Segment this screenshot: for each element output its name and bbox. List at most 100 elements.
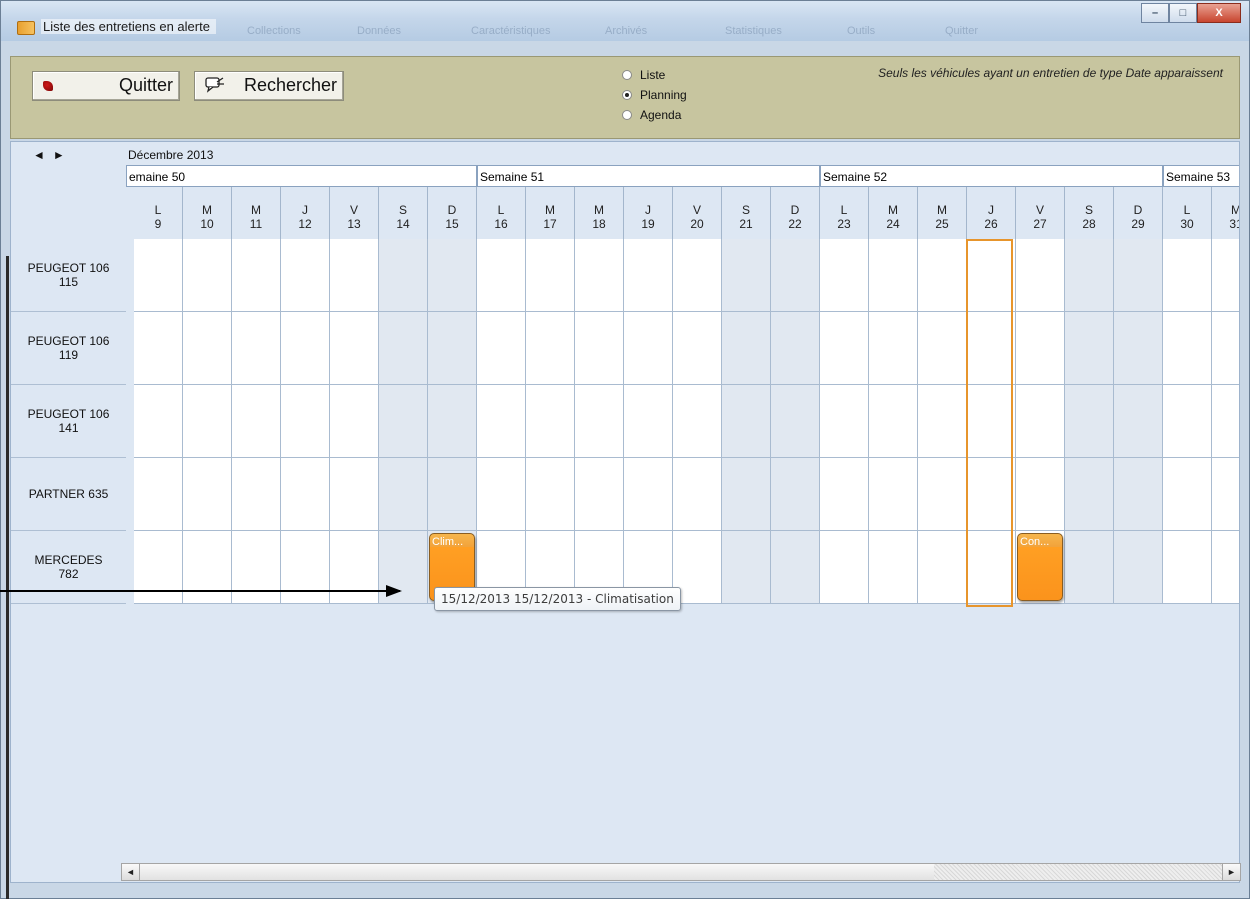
planning-cell[interactable] (281, 239, 330, 312)
planning-cell[interactable] (1065, 385, 1114, 458)
planning-cell[interactable] (722, 458, 771, 531)
planning-cell[interactable] (869, 239, 918, 312)
planning-cell[interactable] (232, 531, 281, 604)
planning-cell[interactable] (771, 239, 820, 312)
planning-cell[interactable] (722, 312, 771, 385)
planning-cell[interactable] (1212, 458, 1239, 531)
planning-cell[interactable] (281, 458, 330, 531)
horizontal-scrollbar[interactable]: ◄ ► (121, 863, 1241, 881)
planning-cell[interactable] (477, 312, 526, 385)
planning-cell[interactable] (918, 239, 967, 312)
planning-cell[interactable] (869, 385, 918, 458)
planning-cell[interactable] (722, 385, 771, 458)
scroll-right-button[interactable]: ► (1222, 864, 1240, 880)
planning-cell[interactable] (1114, 239, 1163, 312)
planning-cell[interactable] (379, 239, 428, 312)
planning-cell[interactable] (1212, 239, 1239, 312)
planning-cell[interactable] (281, 385, 330, 458)
planning-cell[interactable] (918, 312, 967, 385)
planning-cell[interactable] (232, 458, 281, 531)
planning-cell[interactable] (771, 312, 820, 385)
planning-cell[interactable] (1114, 312, 1163, 385)
planning-cell[interactable] (624, 239, 673, 312)
planning-cell[interactable] (1163, 458, 1212, 531)
planning-cell[interactable] (477, 458, 526, 531)
planning-cell[interactable] (1114, 531, 1163, 604)
planning-cell[interactable] (281, 531, 330, 604)
planning-cell[interactable] (134, 458, 183, 531)
previous-period-button[interactable]: ◄ (33, 148, 53, 162)
planning-cell[interactable] (722, 531, 771, 604)
planning-cell[interactable] (673, 458, 722, 531)
planning-cell[interactable] (771, 531, 820, 604)
planning-cell[interactable] (918, 531, 967, 604)
maximize-button[interactable]: □ (1169, 3, 1197, 23)
radio-liste[interactable] (622, 70, 632, 80)
planning-cell[interactable] (1016, 239, 1065, 312)
planning-cell[interactable] (1016, 458, 1065, 531)
planning-cell[interactable] (428, 458, 477, 531)
planning-cell[interactable] (183, 458, 232, 531)
planning-cell[interactable] (1212, 385, 1239, 458)
scroll-track[interactable] (934, 864, 1222, 880)
planning-cell[interactable] (134, 531, 183, 604)
planning-cell[interactable] (428, 312, 477, 385)
planning-cell[interactable] (820, 239, 869, 312)
planning-cell[interactable] (330, 239, 379, 312)
planning-cell[interactable] (134, 312, 183, 385)
planning-cell[interactable] (428, 385, 477, 458)
planning-cell[interactable] (722, 239, 771, 312)
planning-cell[interactable] (869, 312, 918, 385)
planning-cell[interactable] (575, 312, 624, 385)
planning-cell[interactable] (575, 385, 624, 458)
planning-cell[interactable] (232, 239, 281, 312)
view-option-planning[interactable]: Planning (622, 85, 687, 105)
planning-cell[interactable] (1212, 531, 1239, 604)
maintenance-event[interactable]: Con... (1017, 533, 1063, 601)
planning-cell[interactable] (330, 385, 379, 458)
planning-cell[interactable] (1163, 531, 1212, 604)
planning-cell[interactable] (1163, 385, 1212, 458)
planning-cell[interactable] (624, 385, 673, 458)
planning-cell[interactable] (526, 385, 575, 458)
planning-cell[interactable] (820, 312, 869, 385)
planning-cell[interactable] (134, 385, 183, 458)
planning-cell[interactable] (1016, 385, 1065, 458)
view-option-agenda[interactable]: Agenda (622, 105, 687, 125)
planning-cell[interactable] (624, 458, 673, 531)
planning-cell[interactable] (183, 385, 232, 458)
planning-cell[interactable] (575, 458, 624, 531)
planning-cell[interactable] (232, 312, 281, 385)
planning-cell[interactable] (1114, 458, 1163, 531)
planning-cell[interactable] (1212, 312, 1239, 385)
planning-cell[interactable] (1065, 458, 1114, 531)
planning-cell[interactable] (1163, 312, 1212, 385)
planning-cell[interactable] (428, 239, 477, 312)
planning-cell[interactable] (477, 239, 526, 312)
planning-cell[interactable] (330, 458, 379, 531)
planning-cell[interactable] (183, 239, 232, 312)
planning-cell[interactable] (1065, 239, 1114, 312)
close-button[interactable]: X (1197, 3, 1241, 23)
planning-cell[interactable] (379, 458, 428, 531)
planning-cell[interactable] (379, 312, 428, 385)
planning-cell[interactable] (673, 312, 722, 385)
planning-cell[interactable] (183, 531, 232, 604)
planning-cell[interactable] (820, 531, 869, 604)
planning-cell[interactable] (869, 531, 918, 604)
planning-cell[interactable] (673, 239, 722, 312)
planning-cell[interactable] (624, 312, 673, 385)
planning-cell[interactable] (526, 239, 575, 312)
planning-cell[interactable] (1163, 239, 1212, 312)
planning-cell[interactable] (820, 385, 869, 458)
planning-cell[interactable] (771, 458, 820, 531)
planning-cell[interactable] (379, 385, 428, 458)
next-period-button[interactable]: ► (53, 148, 73, 162)
radio-planning[interactable] (622, 90, 632, 100)
planning-cell[interactable] (183, 312, 232, 385)
planning-cell[interactable] (869, 458, 918, 531)
planning-cell[interactable] (771, 385, 820, 458)
scroll-thumb[interactable] (140, 864, 935, 880)
planning-cell[interactable] (1016, 312, 1065, 385)
planning-cell[interactable] (918, 385, 967, 458)
